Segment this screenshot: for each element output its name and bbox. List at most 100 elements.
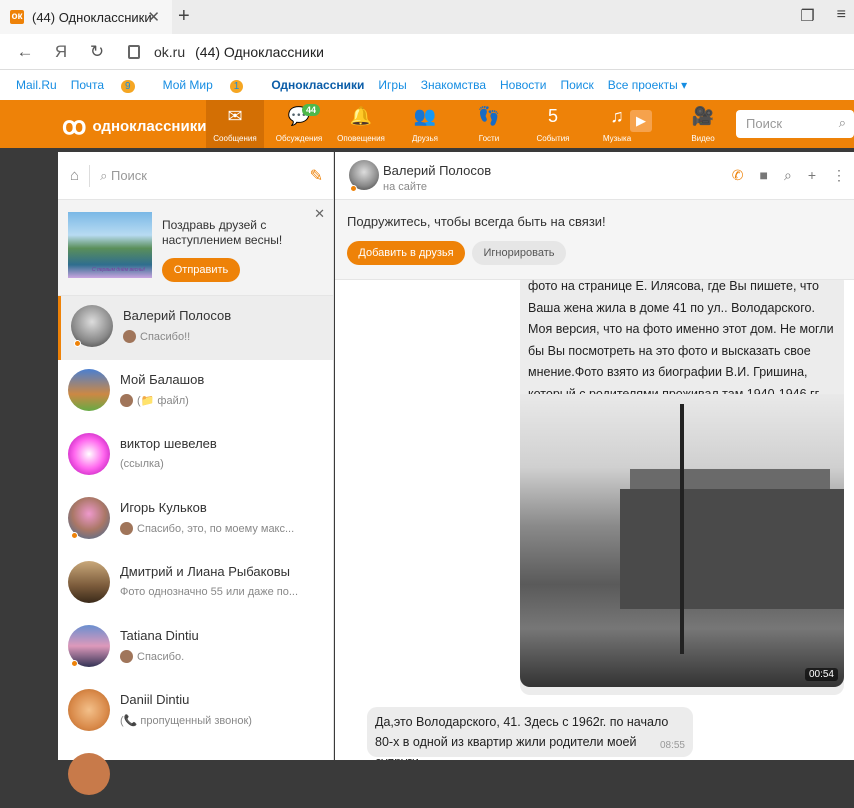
page-title: (44) Одноклассники <box>195 43 324 60</box>
nav-messages[interactable]: ✉ Сообщения <box>206 100 264 148</box>
tab-title: (44) Одноклассники <box>32 9 152 25</box>
online-dot <box>71 660 78 667</box>
browser-tab[interactable]: ок (44) Одноклассники ✕ <box>0 0 172 34</box>
browser-tabbar: ок (44) Одноклассники ✕ + ❐ ≡ <box>0 0 854 34</box>
video-call-icon[interactable]: ■ <box>760 167 768 184</box>
nav-play[interactable]: ▶ <box>626 100 656 148</box>
chat-name: Мой Балашов <box>120 372 205 387</box>
chat-search-input[interactable]: ⌕ Поиск <box>100 168 147 184</box>
promo-image[interactable]: С первым днём весны! <box>68 212 152 278</box>
chat-name: Tatiana Dintiu <box>120 628 199 643</box>
chat-list-panel: ⌂ ⌕ Поиск ✎ С первым днём весны! Поздрав… <box>58 152 390 795</box>
portal-link-news[interactable]: Новости <box>500 78 546 92</box>
refresh-icon[interactable]: ↻ <box>86 42 108 62</box>
chat-name: Дмитрий и Лиана Рыбаковы <box>120 564 290 579</box>
online-dot <box>71 532 78 539</box>
url-text[interactable]: ok.ru <box>154 44 185 60</box>
chat-preview: (ссылка) <box>120 458 164 470</box>
envelope-icon: ✉ <box>227 106 243 126</box>
chat-list-item[interactable]: Валерий Полосов Спасибо!! <box>58 296 333 360</box>
video-camera-icon: 🎥 <box>691 106 715 126</box>
avatar <box>68 369 110 411</box>
video-attachment[interactable]: 00:54 <box>520 394 844 687</box>
conversation-header: Валерий Полосов на сайте ✆ ■ ⌕ + ⋮ <box>335 152 854 200</box>
portal-link-ok[interactable]: Одноклассники <box>271 78 364 92</box>
nav-discussions[interactable]: 💬 Обсуждения 44 <box>270 100 328 148</box>
lock-icon[interactable] <box>128 44 140 59</box>
events-icon: 5 <box>547 106 558 126</box>
nav-guests[interactable]: 👣 Гости <box>460 100 518 148</box>
message-list: фото на странице Е. Илясова, где Вы пише… <box>335 280 854 760</box>
chat-list-item[interactable]: Мой Балашов (📁 файл) <box>58 360 333 424</box>
more-icon[interactable]: ⋮ <box>832 167 846 184</box>
chat-preview: Спасибо!! <box>123 330 190 343</box>
promo-send-button[interactable]: Отправить <box>162 258 240 282</box>
chat-list-item[interactable]: Дмитрий и Лиана Рыбаковы Фото однозначно… <box>58 552 333 616</box>
chat-preview: (📁 файл) <box>120 394 189 407</box>
nav-video[interactable]: 🎥 Видео <box>674 100 732 148</box>
chat-name: виктор шевелев <box>120 436 217 451</box>
portal-link-mailru[interactable]: Mail.Ru <box>16 78 57 92</box>
mir-count-badge: 1 <box>229 79 244 93</box>
chat-preview: Фото однозначно 55 или даже по... <box>120 586 299 598</box>
chat-list-item[interactable]: виктор шевелев (ссылка) <box>58 424 333 488</box>
chat-list-item[interactable] <box>58 744 333 808</box>
add-friend-button[interactable]: Добавить в друзья <box>347 241 465 265</box>
sender-avatar-icon <box>120 650 133 663</box>
chat-list-item[interactable]: Игорь Кульков Спасибо, это, по моему мак… <box>58 488 333 552</box>
sender-avatar-icon <box>123 330 136 343</box>
nav-friends[interactable]: 👥 Друзья <box>396 100 454 148</box>
nav-events[interactable]: 5 События <box>524 100 582 148</box>
new-tab-icon[interactable]: + <box>178 5 190 28</box>
portal-link-mymir[interactable]: Мой Мир 1 <box>163 78 258 93</box>
portal-link-mail[interactable]: Почта 9 <box>71 78 149 93</box>
play-icon: ▶ <box>630 110 652 132</box>
ok-logo[interactable]: ꝏ одноклассники <box>62 112 206 141</box>
chat-name: Валерий Полосов <box>123 308 232 323</box>
ok-search-input[interactable]: Поиск ⌕ <box>736 110 854 138</box>
page-left-gutter <box>0 148 58 760</box>
lamp-pole <box>680 404 684 654</box>
portal-link-all-projects[interactable]: Все проекты ▾ <box>608 78 687 92</box>
video-duration: 00:54 <box>804 668 838 681</box>
contact-name[interactable]: Валерий Полосов <box>383 163 491 178</box>
add-user-icon[interactable]: + <box>808 167 816 184</box>
chat-list-item[interactable]: Daniil Dintiu (📞 пропущенный звонок) <box>58 680 333 744</box>
avatar <box>68 753 110 795</box>
house <box>620 489 844 609</box>
online-dot <box>74 340 81 347</box>
portal-link-search[interactable]: Поиск <box>560 78 593 92</box>
spring-promo: С первым днём весны! Поздравь друзей с н… <box>58 200 333 296</box>
close-icon[interactable]: ✕ <box>314 206 325 222</box>
ok-toolbar: ꝏ одноклассники ✉ Сообщения 💬 Обсуждения 44 … <box>0 100 854 148</box>
bookmarks-icon[interactable]: ❐ <box>800 6 814 26</box>
friend-suggestion: Подружитесь, чтобы всегда быть на связи!… <box>335 200 854 280</box>
online-dot <box>350 185 357 192</box>
incoming-message[interactable]: Да,это Володарского, 41. Здесь с 1962г. … <box>367 707 693 760</box>
people-icon: 👥 <box>413 106 437 126</box>
search-icon: ⌕ <box>838 115 846 130</box>
portal-link-games[interactable]: Игры <box>378 78 406 92</box>
new-message-icon[interactable]: ✎ <box>310 166 323 186</box>
bell-icon: 🔔 <box>349 106 373 126</box>
sender-avatar-icon <box>120 522 133 535</box>
phone-icon[interactable]: ✆ <box>732 167 744 184</box>
nav-notifications[interactable]: 🔔 Оповещения <box>332 100 390 148</box>
portal-link-dating[interactable]: Знакомства <box>421 78 486 92</box>
avatar <box>68 689 110 731</box>
home-icon[interactable]: ⌂ <box>70 167 79 184</box>
chat-preview: Спасибо, это, по моему макс... <box>120 522 294 535</box>
search-icon[interactable]: ⌕ <box>784 167 792 184</box>
menu-icon[interactable]: ≡ <box>837 6 846 26</box>
chat-preview: (📞 пропущенный звонок) <box>120 715 252 727</box>
ok-favicon-icon: ок <box>10 10 24 24</box>
avatar <box>68 433 110 475</box>
chat-list-item[interactable]: Tatiana Dintiu Спасибо. <box>58 616 333 680</box>
sender-avatar-icon <box>120 394 133 407</box>
ignore-button[interactable]: Игнорировать <box>472 241 566 265</box>
outgoing-message[interactable]: фото на странице Е. Илясова, где Вы пише… <box>520 280 844 695</box>
yandex-icon[interactable]: Я <box>50 42 72 62</box>
close-tab-icon[interactable]: ✕ <box>147 8 160 26</box>
back-icon[interactable]: ← <box>14 42 36 62</box>
chat-name: Игорь Кульков <box>120 500 207 515</box>
